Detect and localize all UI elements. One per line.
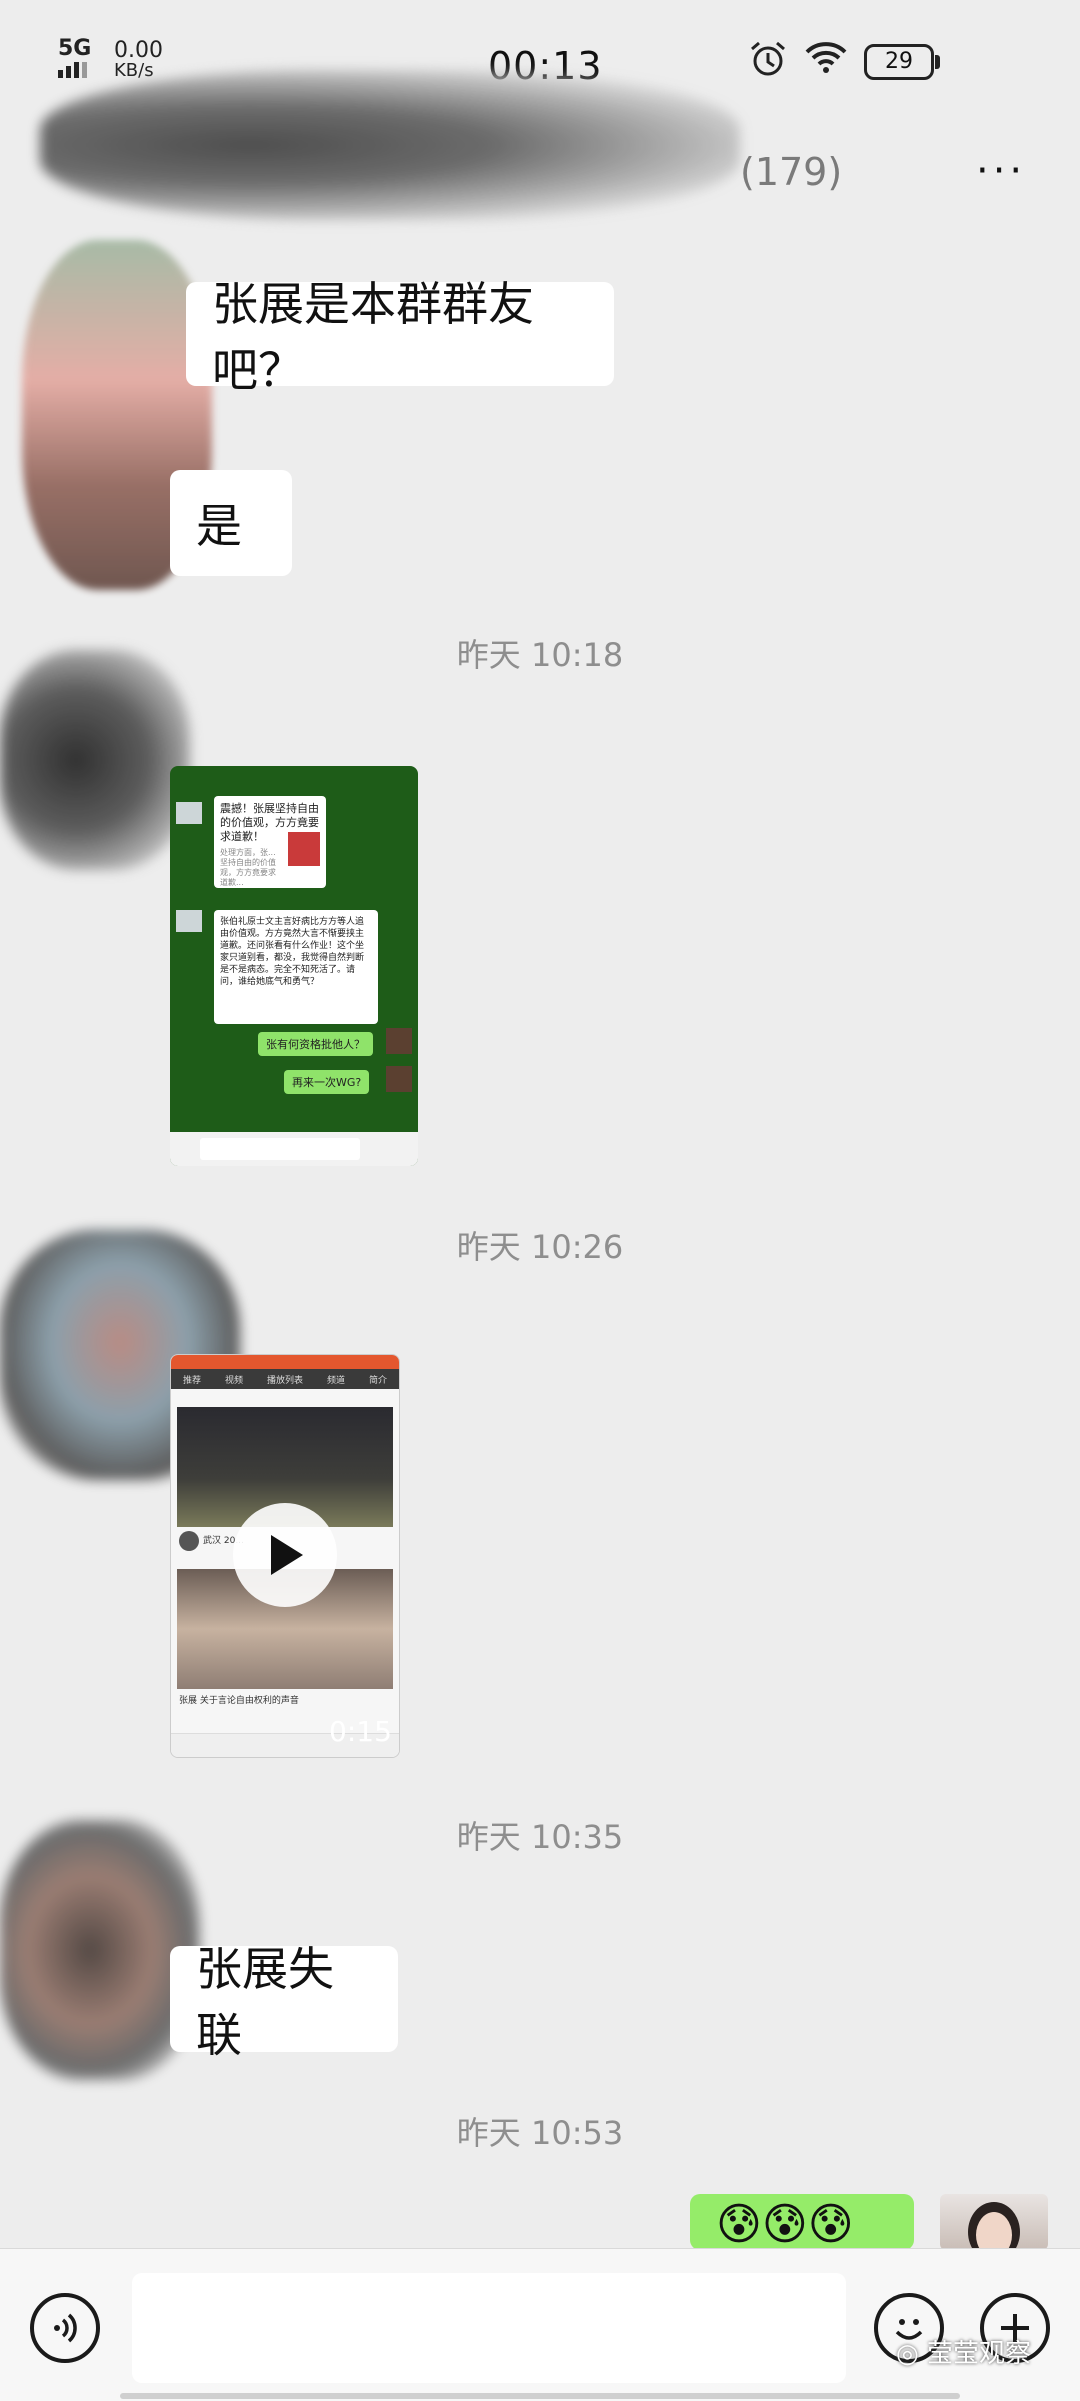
mini-bubble-subtext: 处理方面，张...坚持自由的价值观，方方竟要求道歉... — [220, 848, 276, 887]
mini-bubble: 震撼！张展坚持自由的价值观，方方竟要求道歉！ 处理方面，张...坚持自由的价值观… — [214, 796, 326, 888]
watermark-icon: ◎ — [896, 2339, 927, 2369]
mini-green-bubble: 再来一次WG? — [284, 1070, 370, 1094]
watermark: ◎ 莹莹观察 — [896, 2333, 1031, 2370]
input-bar: ◎ 莹莹观察 — [0, 2248, 1080, 2401]
message-text: 张展是本群群友吧？ — [212, 277, 534, 397]
message-text: 张展失联 — [196, 1942, 334, 2062]
mini-avatar — [386, 1028, 412, 1054]
net-speed-value: 0.00 — [114, 38, 163, 63]
alarm-icon — [748, 40, 788, 82]
outgoing-message-bubble[interactable]: 😰😰😰 — [690, 2194, 914, 2250]
message-input[interactable] — [132, 2273, 846, 2383]
bottom-nav-indicator — [120, 2393, 960, 2399]
mini-avatar — [386, 1066, 412, 1092]
more-options-button[interactable]: ··· — [976, 148, 1026, 194]
redacted-group-name — [40, 70, 740, 220]
message-bubble[interactable]: 张展是本群群友吧？ — [186, 277, 614, 397]
message-bubble[interactable]: 是 — [170, 470, 292, 576]
voice-input-button[interactable] — [30, 2293, 100, 2363]
message-emoji: 😰😰😰 — [716, 2199, 854, 2250]
voice-icon — [54, 2313, 77, 2343]
mini-bubble: 张伯礼原士文主言好病比方方等人追由价值观。方方竟然大言不惭要挟主道歉。还问张看有… — [214, 910, 378, 1024]
play-button[interactable] — [233, 1503, 337, 1607]
mini-avatar — [176, 910, 202, 932]
redacted-avatar[interactable] — [0, 650, 190, 870]
group-member-count: (179) — [740, 150, 843, 194]
network-type: 5G — [58, 36, 92, 61]
image-message[interactable]: 震撼！张展坚持自由的价值观，方方竟要求道歉！ 处理方面，张...坚持自由的价值观… — [170, 766, 418, 1166]
timestamp: 昨天 10:53 — [456, 2114, 624, 2152]
message-text: 是 — [196, 499, 242, 553]
watermark-text: 莹莹观察 — [926, 2339, 1031, 2369]
my-avatar[interactable] — [940, 2194, 1048, 2250]
net-speed-unit: KB/s — [114, 60, 154, 81]
mini-input-bar — [170, 1132, 418, 1166]
video-duration: 0:15 — [329, 1715, 392, 1748]
mini-avatar — [176, 802, 202, 824]
video-item-title: 张展 关于言论自由权利的声音 — [179, 1696, 299, 1706]
video-message[interactable]: 推荐 视频 播放列表 频道 简介 武汉 20... 张展 关于言论自由权利的声音… — [170, 1354, 400, 1758]
mini-green-bubble: 张有何资格批他人？ — [258, 1032, 373, 1056]
wifi-icon — [804, 40, 848, 78]
signal-icon — [58, 62, 87, 78]
battery-icon: 29 — [864, 44, 940, 80]
video-tabs: 推荐 视频 播放列表 频道 简介 — [171, 1369, 399, 1389]
mini-thumbnail — [288, 832, 320, 866]
message-bubble[interactable]: 张展失联 — [170, 1942, 398, 2062]
